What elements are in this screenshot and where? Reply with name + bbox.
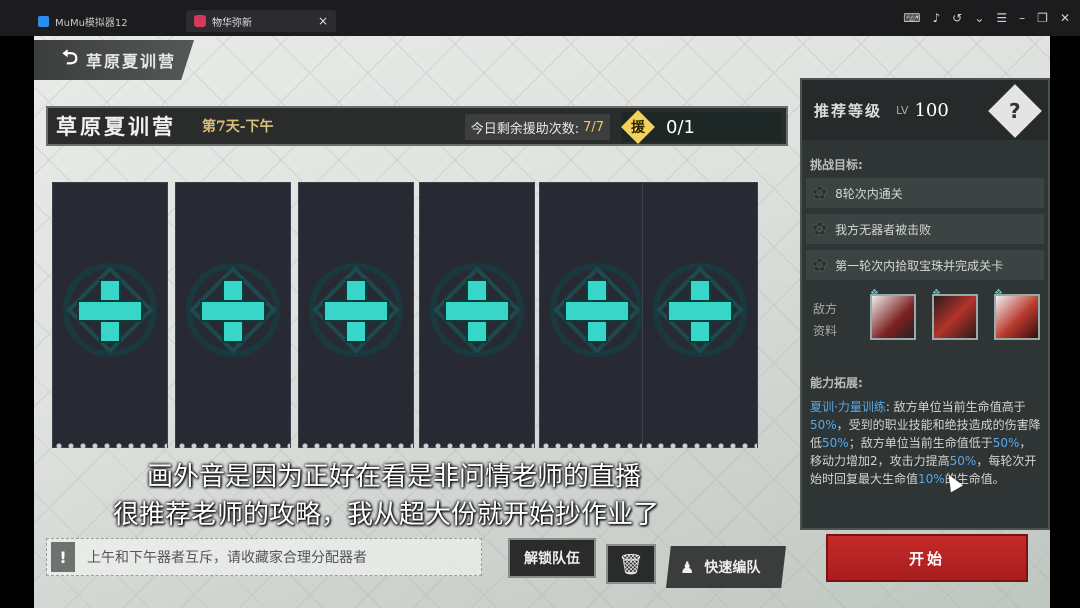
add-icon-bar <box>200 300 266 322</box>
enemy-portrait-1[interactable] <box>870 294 916 340</box>
clear-team-button[interactable]: 🗑 <box>606 544 656 584</box>
enemy-info-label: 敌方资料 <box>812 302 837 338</box>
add-icon-bar <box>564 300 630 322</box>
back-arrow-icon: ⮌ <box>62 45 81 69</box>
mumu-app-icon <box>38 15 49 27</box>
chevron-down-icon[interactable]: ⌄ <box>974 11 984 25</box>
game-app-icon <box>194 15 206 27</box>
support-counter[interactable]: 援 0/1 <box>621 110 782 144</box>
event-title: 草原夏训营 <box>56 114 176 139</box>
level-prefix: LV <box>896 103 909 117</box>
back-button-label: 草原夏训营 <box>86 52 177 71</box>
ability-value: 50% <box>810 418 837 432</box>
assist-remaining: 今日剩余援助次数: 7/7 <box>464 114 610 140</box>
assist-label: 今日剩余援助次数: <box>470 121 580 137</box>
video-subtitle-line-1: 画外音是因为正好在看是非问情老师的直播 <box>146 462 641 492</box>
goal-item: ✿ 8轮次内通关 <box>806 178 1044 208</box>
ability-value: 10% <box>918 472 945 486</box>
start-button[interactable]: 开始 <box>826 534 1028 582</box>
team-slots <box>52 182 762 450</box>
back-button[interactable]: ⮌ 草原夏训营 <box>34 40 194 80</box>
rotate-back-icon[interactable]: ↺ <box>952 11 962 25</box>
team-slot-3[interactable] <box>298 182 414 449</box>
goal-text: 8轮次内通关 <box>835 186 903 201</box>
ability-text: ；敌方单位当前生命值低于 <box>848 436 993 450</box>
slot-edge <box>420 443 534 449</box>
close-tab-icon[interactable]: × <box>318 14 328 28</box>
question-icon: ? <box>1009 98 1021 123</box>
ability-description: 夏训·力量训练: 敌方单位当前生命值高于50%，受到的职业技能和绝技造成的伤害降… <box>810 398 1042 488</box>
slot-edge <box>643 443 757 449</box>
video-subtitle-line-2: 很推荐老师的攻略，我从超大份就开始抄作业了 <box>112 500 659 530</box>
enemy-portrait-2[interactable] <box>932 294 978 340</box>
goal-item: ✿ 我方无器者被击败 <box>806 214 1044 244</box>
team-slot-1[interactable] <box>52 182 168 449</box>
ability-value: 50% <box>949 454 977 468</box>
keyboard-icon[interactable]: ⌨ <box>903 11 920 25</box>
star-icon: ✿ <box>812 182 828 204</box>
slot-edge <box>176 443 290 449</box>
emulator-titlebar: MuMu模拟器12 物华弥新 × ⌨ ♪ ↺ ⌄ ☰ – ❐ ✕ <box>0 0 1080 36</box>
warning-icon: ! <box>51 542 75 572</box>
ability-value: 50% <box>992 436 1020 450</box>
tab-game[interactable]: 物华弥新 × <box>186 10 336 32</box>
unlock-team-button[interactable]: 解锁队伍 <box>508 538 596 578</box>
add-icon-bar <box>323 300 389 322</box>
team-slot-2[interactable] <box>175 182 291 449</box>
support-count: 0/1 <box>666 116 695 138</box>
event-header: 草原夏训营 第7天-下午 今日剩余援助次数: 7/7 援 0/1 <box>46 106 788 146</box>
maximize-icon[interactable]: ❐ <box>1037 11 1048 25</box>
slot-edge <box>540 443 654 449</box>
event-day: 第7天-下午 <box>202 119 274 135</box>
tab-game-label: 物华弥新 <box>212 17 252 29</box>
ability-value: 50% <box>822 436 849 450</box>
enemy-portrait-3[interactable] <box>994 294 1040 340</box>
slot-edge <box>53 443 167 449</box>
window-controls: ⌨ ♪ ↺ ⌄ ☰ – ❐ ✕ <box>903 11 1070 25</box>
star-icon: ✿ <box>812 218 828 240</box>
minimize-icon[interactable]: – <box>1019 11 1025 25</box>
help-button[interactable]: ? <box>988 84 1042 138</box>
team-slot-5[interactable] <box>539 182 655 449</box>
add-icon-bar <box>667 300 733 322</box>
tab-mumu[interactable]: MuMu模拟器12 <box>38 10 183 32</box>
tip-text: 上午和下午器者互斥，请收藏家合理分配器者 <box>87 550 367 566</box>
challenge-panel: 推荐等级 LV 100 ? 挑战目标: ✿ 8轮次内通关 ✿ 我方无器者被击败 ✿ 第… <box>800 78 1050 530</box>
close-window-icon[interactable]: ✕ <box>1060 11 1070 25</box>
tab-mumu-label: MuMu模拟器12 <box>55 17 128 29</box>
goals-label: 挑战目标: <box>810 158 863 172</box>
recommended-level-value: 100 <box>914 99 949 121</box>
ability-name: 夏训·力量训练 <box>810 400 886 414</box>
trash-icon: 🗑 <box>618 552 644 576</box>
support-badge-icon: 援 <box>621 110 655 144</box>
assist-count: 7/7 <box>583 119 604 135</box>
goal-text: 我方无器者被击败 <box>835 222 932 237</box>
goal-item: ✿ 第一轮次内拾取宝珠并完成关卡 <box>806 250 1044 280</box>
recommended-level-bar: 推荐等级 LV 100 ? <box>802 80 1048 140</box>
team-slot-6[interactable] <box>642 182 758 449</box>
game-viewport: ⮌ 草原夏训营 草原夏训营 第7天-下午 今日剩余援助次数: 7/7 援 0/1 <box>34 36 1050 608</box>
volume-icon[interactable]: ♪ <box>933 11 941 25</box>
add-icon-bar <box>444 300 510 322</box>
star-icon: ✿ <box>812 254 828 276</box>
recommended-level-label: 推荐等级 <box>814 101 883 120</box>
add-icon-bar <box>77 300 143 322</box>
quick-formation-button[interactable]: ♟ 快速编队 <box>666 546 786 588</box>
ability-label: 能力拓展: <box>810 376 863 390</box>
tip-banner: ! 上午和下午器者互斥，请收藏家合理分配器者 <box>46 538 482 576</box>
ability-text: : 敌方单位当前生命值高于 <box>885 400 1026 414</box>
quick-formation-label: 快速编队 <box>704 560 761 576</box>
goal-text: 第一轮次内拾取宝珠并完成关卡 <box>835 258 1004 273</box>
slot-edge <box>299 443 413 449</box>
menu-icon[interactable]: ☰ <box>996 11 1007 25</box>
team-slot-4[interactable] <box>419 182 535 449</box>
formation-icon: ♟ <box>680 557 695 577</box>
